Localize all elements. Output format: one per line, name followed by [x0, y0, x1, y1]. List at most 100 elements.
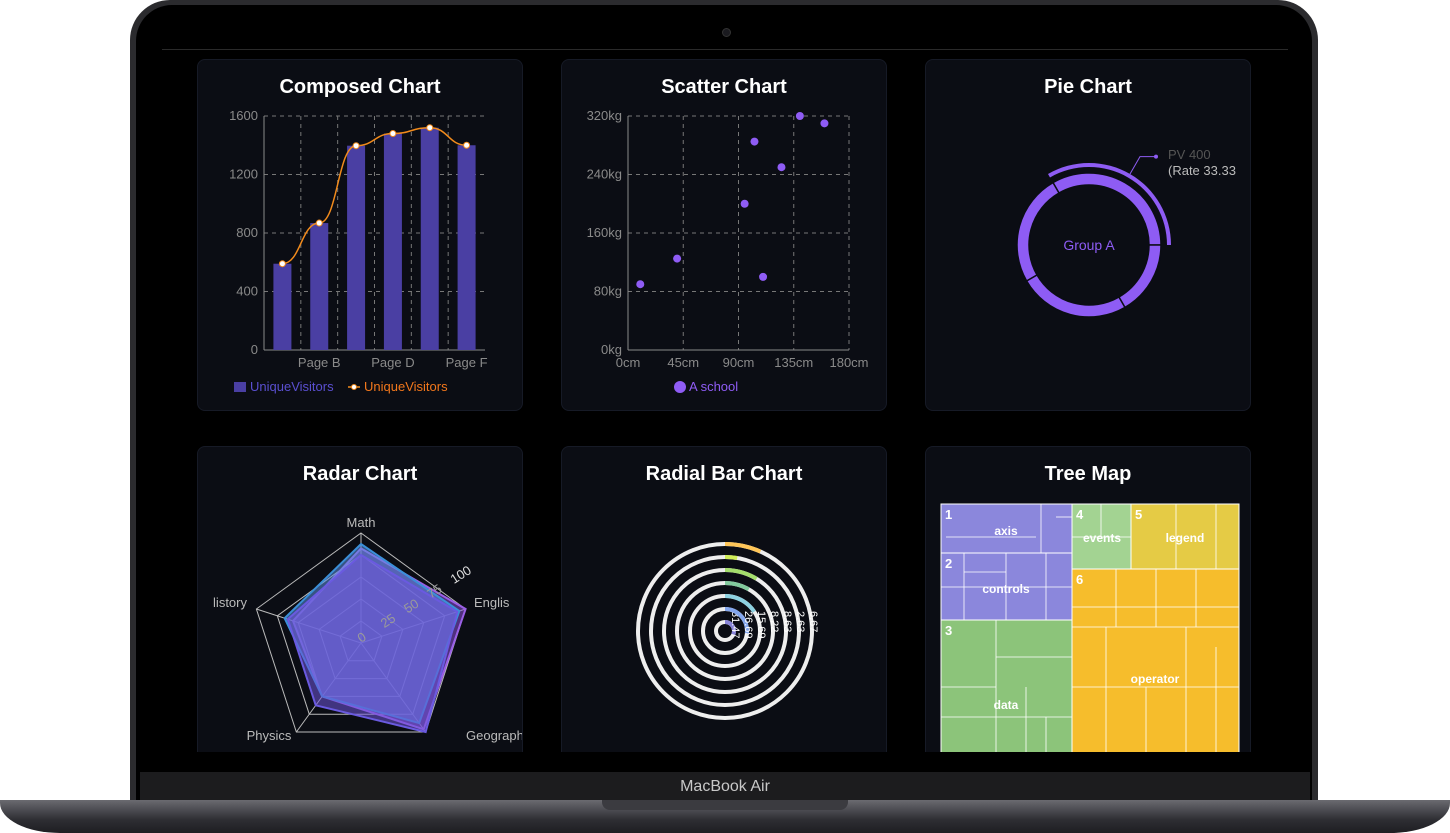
composed-line-point	[389, 130, 397, 138]
treemap-group-name: controls	[982, 582, 1030, 596]
composed-bar	[420, 127, 439, 350]
treemap-chart: 1 axis 2 controls 3 data 4 events 5 legend 6 operat…	[940, 503, 1240, 752]
scatter-y-tick: 320kg	[587, 108, 622, 123]
scatter-point	[750, 137, 759, 146]
composed-line-point	[315, 219, 323, 227]
dashboard-screen: Composed Chart UniqueVisitors UniqueVisi…	[162, 50, 1288, 752]
treemap-group-index: 1	[945, 507, 952, 522]
radial-bar	[724, 555, 738, 560]
pie-center-label: Group A	[1063, 237, 1115, 253]
scatter-point	[740, 199, 749, 208]
radar-axis-label: Englis	[474, 595, 510, 610]
pie-sector	[1025, 273, 1127, 318]
composed-x-tick: Page D	[371, 355, 414, 370]
composed-y-tick: 1600	[229, 108, 258, 123]
radar-axis-label: Physics	[247, 728, 292, 743]
radial-bar-label: 26.69	[742, 611, 754, 639]
radar-chart: 0255075100MathEnglisGeographyPhysicslist…	[213, 515, 522, 743]
treemap-group-name: data	[994, 698, 1019, 712]
pie-chart-card: Pie Chart Group A PV 400 (Rate 33.33	[925, 59, 1251, 411]
scatter-chart-card: Scatter Chart A school 0kg 80kg 160kg 240kg…	[561, 59, 887, 411]
radar-axis-label: Math	[347, 515, 376, 530]
pie-active-value: PV 400	[1168, 147, 1211, 162]
treemap-card: Tree Map 1 axis 2 controls 3 data 4 events 5 lege…	[925, 446, 1251, 752]
radial-bar-label: 8.22	[768, 611, 780, 632]
composed-line-point	[278, 260, 286, 268]
radial-bar-chart-card: Radial Bar Chart 31.47 26.69 15.69 8.22 8.63…	[561, 446, 887, 752]
pie-sector	[1016, 181, 1061, 283]
pie-chart: Group A PV 400(Rate 33.33	[1016, 147, 1236, 318]
composed-bar	[347, 145, 366, 350]
treemap-group-index: 3	[945, 623, 952, 638]
composed-y-tick: 1200	[229, 167, 258, 182]
radial-bar-label: 8.63	[781, 611, 793, 632]
treemap-group	[1071, 568, 1240, 752]
device-label: MacBook Air	[680, 778, 770, 795]
scatter-x-tick: 90cm	[723, 355, 755, 370]
treemap-group	[940, 619, 1073, 752]
radial-bar	[724, 542, 762, 554]
laptop-notch	[602, 800, 848, 810]
composed-line-point	[352, 142, 360, 150]
camera-icon	[722, 28, 731, 37]
composed-bar	[383, 133, 402, 350]
pie-sector	[1117, 244, 1162, 309]
radar-radius-tick: 100	[448, 562, 474, 586]
scatter-point	[795, 112, 804, 120]
pie-chart-title: Pie Chart	[1044, 76, 1132, 98]
radar-chart-card: Radar Chart 0255075100MathEnglisGeograph…	[197, 446, 523, 752]
treemap-group-index: 2	[945, 556, 952, 571]
pie-active-rate: (Rate 33.33	[1168, 163, 1236, 178]
treemap-group-index: 6	[1076, 572, 1083, 587]
scatter-point	[777, 163, 786, 172]
treemap-group-name: legend	[1166, 531, 1205, 545]
pie-label-dot	[1154, 154, 1158, 159]
composed-y-tick: 0	[251, 342, 258, 357]
treemap-title: Tree Map	[1044, 463, 1132, 485]
composed-chart-title: Composed Chart	[279, 76, 441, 98]
radar-series-area	[286, 553, 459, 734]
scatter-point	[820, 119, 829, 128]
composed-y-tick: 800	[236, 225, 258, 240]
scatter-chart-title: Scatter Chart	[661, 76, 787, 98]
scatter-y-tick: 240kg	[587, 167, 622, 182]
scatter-y-tick: 160kg	[587, 225, 622, 240]
scatter-chart: A school 0kg80kg160kg240kg320kg0cm 45cm 90…	[587, 108, 869, 394]
scatter-legend-label: A school	[689, 379, 738, 394]
scatter-legend-icon	[674, 381, 686, 393]
composed-legend-bar-label: UniqueVisitors	[250, 379, 334, 394]
scatter-y-tick: 80kg	[594, 284, 622, 299]
treemap-group-index: 5	[1135, 507, 1142, 522]
composed-bar	[273, 263, 292, 350]
scatter-point	[636, 280, 645, 289]
treemap-group-name: axis	[994, 524, 1018, 538]
radial-bar	[724, 581, 750, 592]
pie-label-line	[1129, 156, 1156, 175]
composed-x-tick: Page B	[298, 355, 341, 370]
radar-chart-title: Radar Chart	[302, 463, 418, 485]
composed-legend-line-dot	[351, 384, 357, 390]
radial-bar-label: 2.63	[794, 611, 806, 632]
treemap-group-index: 4	[1076, 507, 1084, 522]
scatter-point	[759, 272, 768, 281]
radial-bar-chart-title: Radial Bar Chart	[645, 463, 803, 485]
laptop-frame: Composed Chart UniqueVisitors UniqueVisi…	[0, 0, 1450, 833]
treemap-group-name: events	[1083, 531, 1121, 545]
composed-bar	[457, 145, 476, 350]
scatter-x-tick: 135cm	[774, 355, 813, 370]
treemap-group-name: operator	[1131, 672, 1180, 686]
radar-axis-label: listory	[213, 595, 247, 610]
pie-sector	[1051, 172, 1162, 246]
radial-bar	[724, 568, 758, 581]
scatter-x-tick: 180cm	[829, 355, 868, 370]
scatter-x-tick: 45cm	[667, 355, 699, 370]
composed-bar	[310, 223, 329, 350]
scatter-point	[673, 254, 682, 263]
radial-bar-label: 15.69	[755, 611, 767, 639]
radial-bar-label: 6.67	[807, 611, 819, 632]
composed-line-point	[463, 141, 471, 149]
scatter-x-tick: 0cm	[616, 355, 641, 370]
composed-line-point	[426, 124, 434, 132]
composed-y-tick: 400	[236, 284, 258, 299]
composed-x-tick: Page F	[446, 355, 488, 370]
